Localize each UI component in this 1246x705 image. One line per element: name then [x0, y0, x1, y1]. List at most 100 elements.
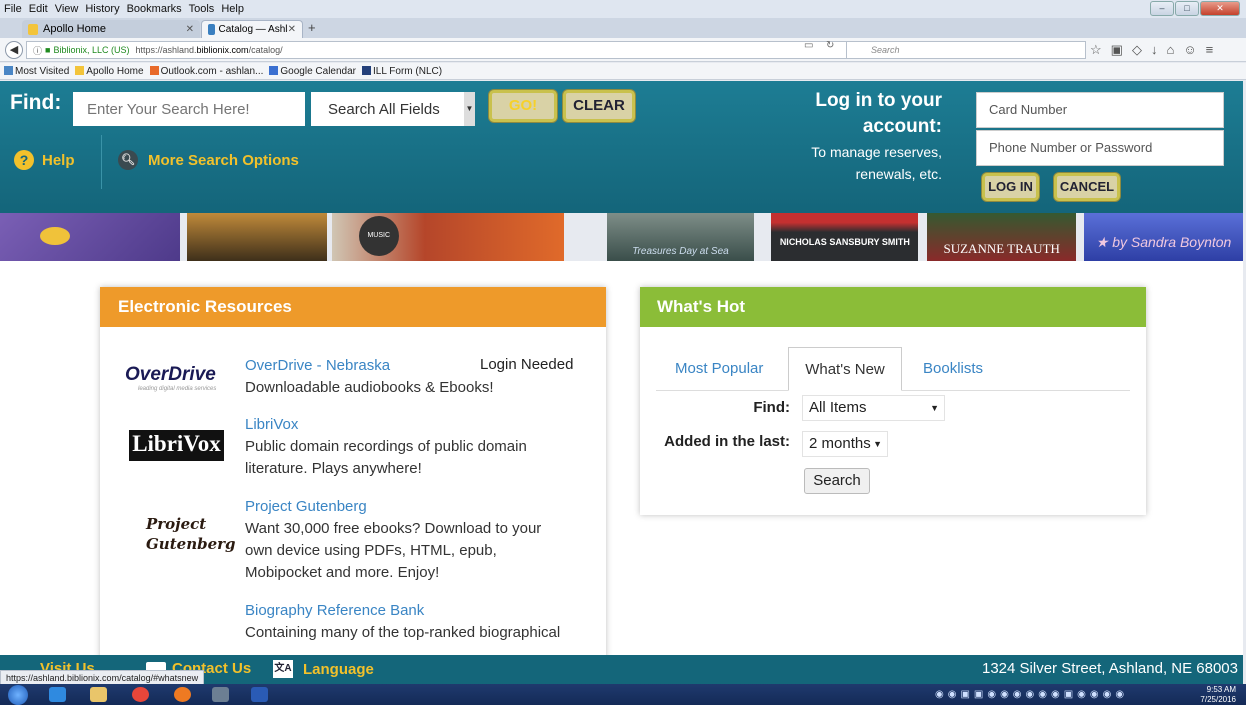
find-label: Find:	[10, 91, 62, 114]
help-button[interactable]: ? Help	[14, 150, 75, 170]
tab-whats-new[interactable]: What's New	[788, 347, 902, 391]
browser-toolbar-icons: ☆▣◇↓⌂☺≡	[1090, 42, 1222, 58]
password-field[interactable]: Phone Number or Password	[976, 130, 1224, 166]
bookmark-star-icon[interactable]: ☆	[1090, 42, 1111, 57]
start-button[interactable]	[8, 685, 28, 705]
window-controls: – □ ✕	[1150, 1, 1240, 16]
menu-icon[interactable]: ≡	[1206, 42, 1223, 57]
tab-catalog[interactable]: Catalog — Ashland Public ... ✕	[201, 20, 303, 38]
book-cover[interactable]: SUZANNE TRAUTH	[927, 213, 1077, 261]
book-cover[interactable]	[186, 213, 327, 261]
book-cover[interactable]: ★ by Sandra Boynton	[1084, 213, 1243, 261]
bookmark-google-calendar[interactable]: Google Calendar	[269, 65, 356, 77]
home-icon[interactable]: ⌂	[1166, 42, 1183, 57]
internet-explorer-icon[interactable]	[49, 687, 66, 702]
taskbar-clock[interactable]: 9:53 AM 7/25/2016	[1200, 685, 1236, 705]
back-button[interactable]: ◀	[5, 41, 23, 59]
bookmark-apollo-home[interactable]: Apollo Home	[75, 65, 144, 77]
added-in-last-label: Added in the last:	[664, 433, 790, 450]
bookmark-ill-form[interactable]: ILL Form (NLC)	[362, 65, 442, 77]
chevron-down-icon: ▼	[464, 92, 475, 126]
reading-list-icon[interactable]: ▣	[1111, 42, 1132, 57]
cancel-button[interactable]: CANCEL	[1054, 173, 1120, 201]
menu-bar: File Edit View History Bookmarks Tools H…	[0, 0, 1246, 18]
search-field-select[interactable]: Search All Fields ▼	[311, 92, 475, 126]
catalog-favicon-icon	[208, 24, 215, 35]
header-divider	[101, 135, 102, 189]
menu-tools[interactable]: Tools	[189, 3, 215, 15]
electronic-resources-panel: Electronic Resources OverDrive leading d…	[100, 287, 606, 667]
site-identity: Biblionix, LLC (US)	[53, 45, 130, 55]
magnifier-icon: 🔍︎	[118, 150, 138, 170]
new-tab-icon[interactable]: +	[308, 20, 316, 35]
download-icon[interactable]: ↓	[1151, 42, 1167, 57]
book-cover[interactable]: Treasures Day at Sea	[606, 213, 755, 261]
bookmark-outlook[interactable]: Outlook.com - ashlan...	[149, 65, 263, 77]
go-button[interactable]: GO!	[489, 90, 557, 122]
overdrive-logo[interactable]: OverDrive	[125, 364, 216, 386]
browser-search-input[interactable]: Search	[846, 41, 1086, 59]
chrome-icon[interactable]	[132, 687, 149, 702]
menu-bookmarks[interactable]: Bookmarks	[127, 3, 182, 15]
card-number-field[interactable]: Card Number	[976, 92, 1224, 128]
reader-view-icon[interactable]: ▭	[804, 40, 813, 51]
reload-icon[interactable]: ↻	[826, 40, 834, 51]
project-gutenberg-logo[interactable]: Project Gutenberg	[146, 514, 236, 554]
whats-hot-title: What's Hot	[640, 287, 1146, 327]
menu-view[interactable]: View	[55, 3, 79, 15]
word-icon[interactable]	[251, 687, 268, 702]
login-button[interactable]: LOG IN	[982, 173, 1039, 201]
translate-icon: 文A	[273, 660, 293, 678]
pocket-icon[interactable]: ◇	[1132, 42, 1151, 57]
tab-most-popular[interactable]: Most Popular	[675, 347, 763, 391]
close-tab-icon[interactable]: ✕	[288, 24, 296, 35]
apollo-favicon-icon	[28, 23, 38, 35]
login-subtitle: To manage reserves, renewals, etc.	[811, 144, 942, 182]
tab-apollo-home[interactable]: Apollo Home ✕	[22, 20, 200, 38]
resource-biography-reference-bank: Biography Reference Bank Containing many…	[245, 600, 595, 644]
catalog-header: Find: Search All Fields ▼ GO! CLEAR ? He…	[0, 81, 1243, 213]
url-host: biblionix.com	[196, 45, 249, 55]
librivox-logo[interactable]: LibriVox	[129, 430, 224, 461]
electronic-resources-title: Electronic Resources	[100, 287, 606, 327]
tab-label: Catalog — Ashland Public ...	[218, 24, 288, 35]
menu-history[interactable]: History	[85, 3, 119, 15]
bookmark-most-visited[interactable]: Most Visited	[4, 65, 69, 77]
sync-icon[interactable]: ☺	[1183, 42, 1205, 57]
menu-edit[interactable]: Edit	[29, 3, 48, 15]
language-link[interactable]: 文A Language	[273, 660, 374, 678]
info-icon: ⓘ	[33, 45, 43, 56]
lock-icon: ■	[45, 45, 51, 55]
search-button[interactable]: Search	[804, 468, 870, 494]
tab-bar: Apollo Home ✕ Catalog — Ashland Public .…	[0, 18, 1246, 38]
resource-title-link[interactable]: Biography Reference Bank	[245, 600, 595, 622]
tab-booklists[interactable]: Booklists	[923, 347, 983, 391]
minimize-button[interactable]: –	[1150, 1, 1174, 16]
chevron-down-icon: ▼	[873, 439, 882, 449]
menu-help[interactable]: Help	[221, 3, 244, 15]
close-window-button[interactable]: ✕	[1200, 1, 1240, 16]
app-icon[interactable]	[212, 687, 229, 702]
file-explorer-icon[interactable]	[90, 687, 107, 702]
item-type-select[interactable]: All Items ▼	[802, 395, 945, 421]
menu-file[interactable]: File	[4, 3, 22, 15]
whats-hot-panel: What's Hot Most Popular What's New Bookl…	[640, 287, 1146, 515]
book-cover[interactable]: NICHOLAS SANSBURY SMITH	[771, 213, 919, 261]
close-tab-icon[interactable]: ✕	[186, 24, 194, 35]
book-cover[interactable]: MUSIC	[331, 213, 564, 261]
resource-title-link[interactable]: Project Gutenberg	[245, 496, 595, 518]
time-range-select[interactable]: 2 months ▼	[802, 431, 888, 457]
login-title: Log in to your account:	[815, 90, 942, 137]
clear-button[interactable]: CLEAR	[563, 90, 635, 122]
maximize-button[interactable]: □	[1175, 1, 1199, 16]
tab-label: Apollo Home	[43, 23, 106, 35]
featured-covers-banner: MUSIC Treasures Day at Sea NICHOLAS SANS…	[0, 213, 1243, 261]
system-tray-icons[interactable]: ◉◉▣▣◉◉◉◉◉◉▣◉◉◉◉	[935, 689, 1128, 700]
book-cover[interactable]	[0, 213, 180, 261]
resource-title-link[interactable]: LibriVox	[245, 414, 595, 436]
url-bar[interactable]: ⓘ ■ Biblionix, LLC (US) https://ashland.…	[26, 41, 874, 59]
more-search-options-link[interactable]: 🔍︎ More Search Options	[118, 150, 299, 170]
firefox-icon[interactable]	[174, 687, 191, 702]
catalog-search-input[interactable]	[73, 92, 305, 126]
navigation-bar: ◀ ⓘ ■ Biblionix, LLC (US) https://ashlan…	[0, 38, 1246, 62]
